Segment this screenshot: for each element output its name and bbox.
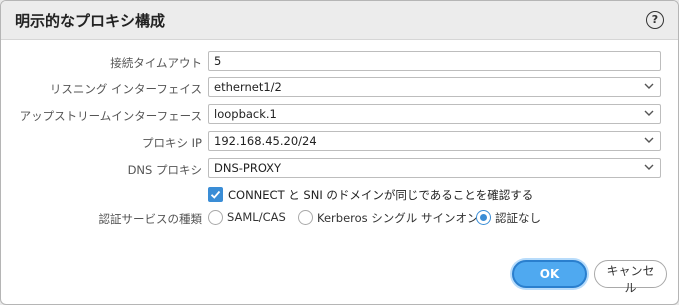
chevron-down-icon [644,83,654,89]
checkmark-icon [210,190,221,199]
chevron-down-icon [644,164,654,170]
proxy-ip-value: 192.168.45.20/24 [214,134,317,148]
upstream-interface-select[interactable]: loopback.1 [208,104,661,124]
dns-proxy-select[interactable]: DNS-PROXY [208,158,661,178]
proxy-ip-row: プロキシ IP 192.168.45.20/24 [1,131,678,153]
chevron-down-icon [644,137,654,143]
dns-proxy-row: DNS プロキシ DNS-PROXY [1,158,678,180]
upstream-interface-value: loopback.1 [214,107,277,121]
radio-button-selected[interactable] [476,210,491,225]
dns-proxy-label: DNS プロキシ [127,163,202,177]
dns-proxy-value: DNS-PROXY [214,161,282,175]
connect-timeout-label: 接続タイムアウト [110,56,202,70]
listening-interface-select[interactable]: ethernet1/2 [208,77,661,97]
listening-interface-label: リスニング インターフェイス [49,82,202,96]
chevron-down-icon [644,110,654,116]
connect-timeout-input[interactable] [208,51,661,71]
verify-domain-label: CONNECT と SNI のドメインが同じであることを確認する [228,188,534,202]
proxy-ip-select[interactable]: 192.168.45.20/24 [208,131,661,151]
auth-type-label: 認証サービスの種類 [98,212,203,226]
radio-button[interactable] [298,210,313,225]
dialog-titlebar: 明示的なプロキシ構成 ? [1,1,678,40]
proxy-ip-label: プロキシ IP [142,136,202,150]
upstream-interface-label: アップストリームインターフェース [19,109,202,123]
listening-interface-value: ethernet1/2 [214,80,282,94]
connect-timeout-row: 接続タイムアウト [1,51,678,73]
upstream-interface-row: アップストリームインターフェース loopback.1 [1,104,678,126]
help-icon[interactable]: ? [646,11,664,29]
explicit-proxy-dialog: 明示的なプロキシ構成 ? 接続タイムアウト リスニング インターフェイス eth… [0,0,679,305]
dialog-title: 明示的なプロキシ構成 [15,12,166,30]
ok-button[interactable]: OK [512,260,587,288]
radio-label-kerberos-sso: Kerberos シングル サインオン [317,211,479,225]
radio-label-saml-cas: SAML/CAS [227,210,286,224]
radio-button[interactable] [208,210,223,225]
cancel-button[interactable]: キャンセル [594,260,667,295]
radio-label-no-auth: 認証なし [495,211,541,225]
verify-domain-checkbox[interactable] [208,187,223,202]
listening-interface-row: リスニング インターフェイス ethernet1/2 [1,77,678,99]
